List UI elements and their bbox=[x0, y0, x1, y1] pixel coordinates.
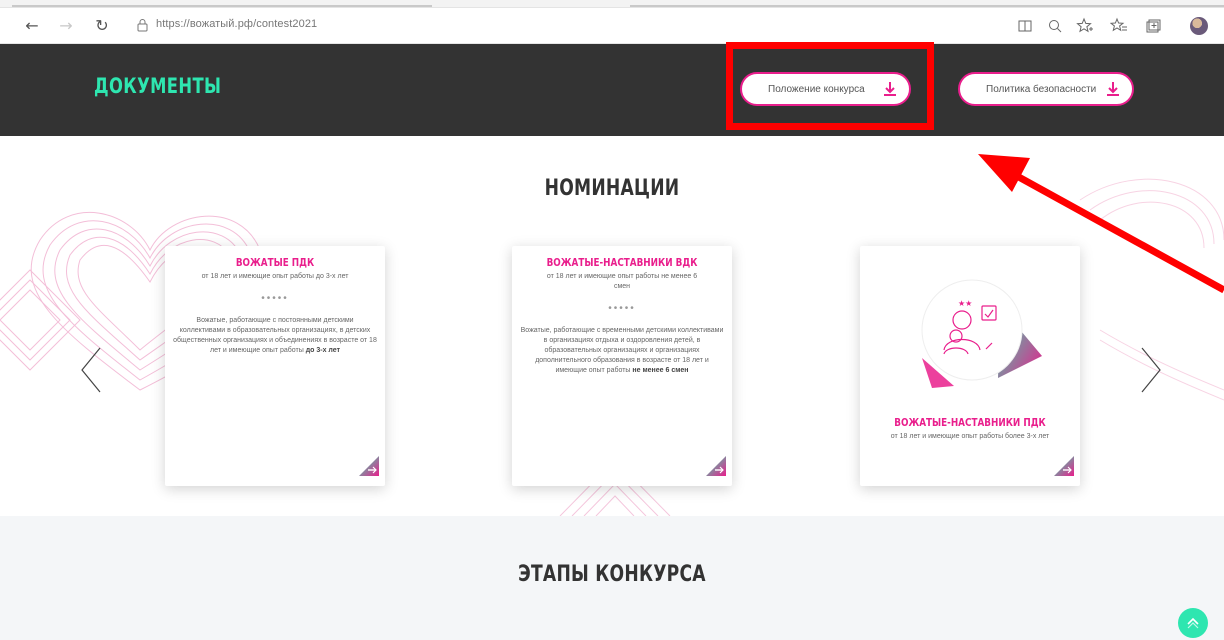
favorites-icon[interactable] bbox=[1110, 17, 1128, 35]
security-policy-button[interactable]: Политика безопасности bbox=[958, 72, 1135, 106]
nomination-card[interactable]: ВОЖАТЫЕ-НАСТАВНИКИ ВДК от 18 лет и имеющ… bbox=[512, 246, 732, 486]
profile-avatar[interactable] bbox=[1190, 17, 1208, 35]
carousel-next-arrow[interactable] bbox=[1138, 344, 1164, 396]
download-icon bbox=[1107, 82, 1120, 96]
tab-strip bbox=[0, 0, 1224, 8]
stages-title: ЭТАПЫ КОНКУРСА bbox=[518, 562, 706, 587]
nomination-card-subtitle: от 18 лет и имеющие опыт работы более 3-… bbox=[890, 433, 1050, 440]
nomination-card-description: Вожатые, работающие с постоянными детски… bbox=[173, 317, 377, 354]
nomination-card-title: ВОЖАТЫЕ-НАСТАВНИКИ ПДК bbox=[894, 416, 1046, 429]
chevron-up-icon bbox=[1187, 617, 1199, 629]
nomination-card-title: ВОЖАТЫЕ ПДК bbox=[235, 256, 315, 269]
stages-section: ЭТАПЫ КОНКУРСА bbox=[0, 516, 1224, 640]
nomination-card-subtitle: от 18 лет и имеющие опыт работы до 3-х л… bbox=[201, 273, 349, 280]
security-policy-label: Политика безопасности bbox=[986, 83, 1097, 95]
forward-button[interactable]: → bbox=[56, 16, 76, 36]
card-arrow-icon[interactable] bbox=[706, 456, 726, 476]
nominations-title: НОМИНАЦИИ bbox=[544, 176, 680, 201]
browser-toolbar: ← → ↻ https://вожатый.рф/contest2021 bbox=[0, 8, 1224, 44]
card-arrow-icon[interactable] bbox=[1054, 456, 1074, 476]
tab-indicator bbox=[12, 5, 432, 7]
card-arrow-icon[interactable] bbox=[359, 456, 379, 476]
nomination-card-description: Вожатые, работающие с временными детским… bbox=[520, 327, 724, 374]
address-bar[interactable]: https://вожатый.рф/contest2021 bbox=[156, 18, 317, 30]
separator-dots: ••••• bbox=[608, 303, 636, 314]
page: ← → ↻ https://вожатый.рф/contest2021 ДОК… bbox=[0, 0, 1224, 640]
documents-title: ДОКУМЕНТЫ bbox=[94, 74, 222, 98]
refresh-button[interactable]: ↻ bbox=[92, 16, 112, 36]
nomination-card[interactable]: ВОЖАТЫЕ ПДК от 18 лет и имеющие опыт раб… bbox=[165, 246, 385, 486]
back-button[interactable]: ← bbox=[22, 16, 42, 36]
annotation-highlight-box bbox=[726, 42, 934, 130]
lock-icon[interactable] bbox=[137, 18, 148, 32]
documents-header: ДОКУМЕНТЫ Положение конкурса Политика бе… bbox=[0, 44, 1224, 136]
scroll-to-top-button[interactable] bbox=[1178, 608, 1208, 638]
collections-icon[interactable] bbox=[1144, 17, 1162, 35]
favorite-add-icon[interactable] bbox=[1076, 17, 1094, 35]
annotation-arrow bbox=[978, 154, 1224, 294]
zoom-icon[interactable] bbox=[1046, 17, 1064, 35]
nomination-card-title: ВОЖАТЫЕ-НАСТАВНИКИ ВДК bbox=[546, 256, 698, 269]
separator-dots: ••••• bbox=[261, 293, 289, 304]
nomination-card-subtitle: от 18 лет и имеющие опыт работы не менее… bbox=[546, 273, 698, 290]
reader-mode-icon[interactable] bbox=[1016, 17, 1034, 35]
carousel-prev-arrow[interactable] bbox=[78, 344, 104, 396]
tab-indicator bbox=[630, 5, 1224, 7]
svg-text:★★: ★★ bbox=[958, 299, 972, 308]
